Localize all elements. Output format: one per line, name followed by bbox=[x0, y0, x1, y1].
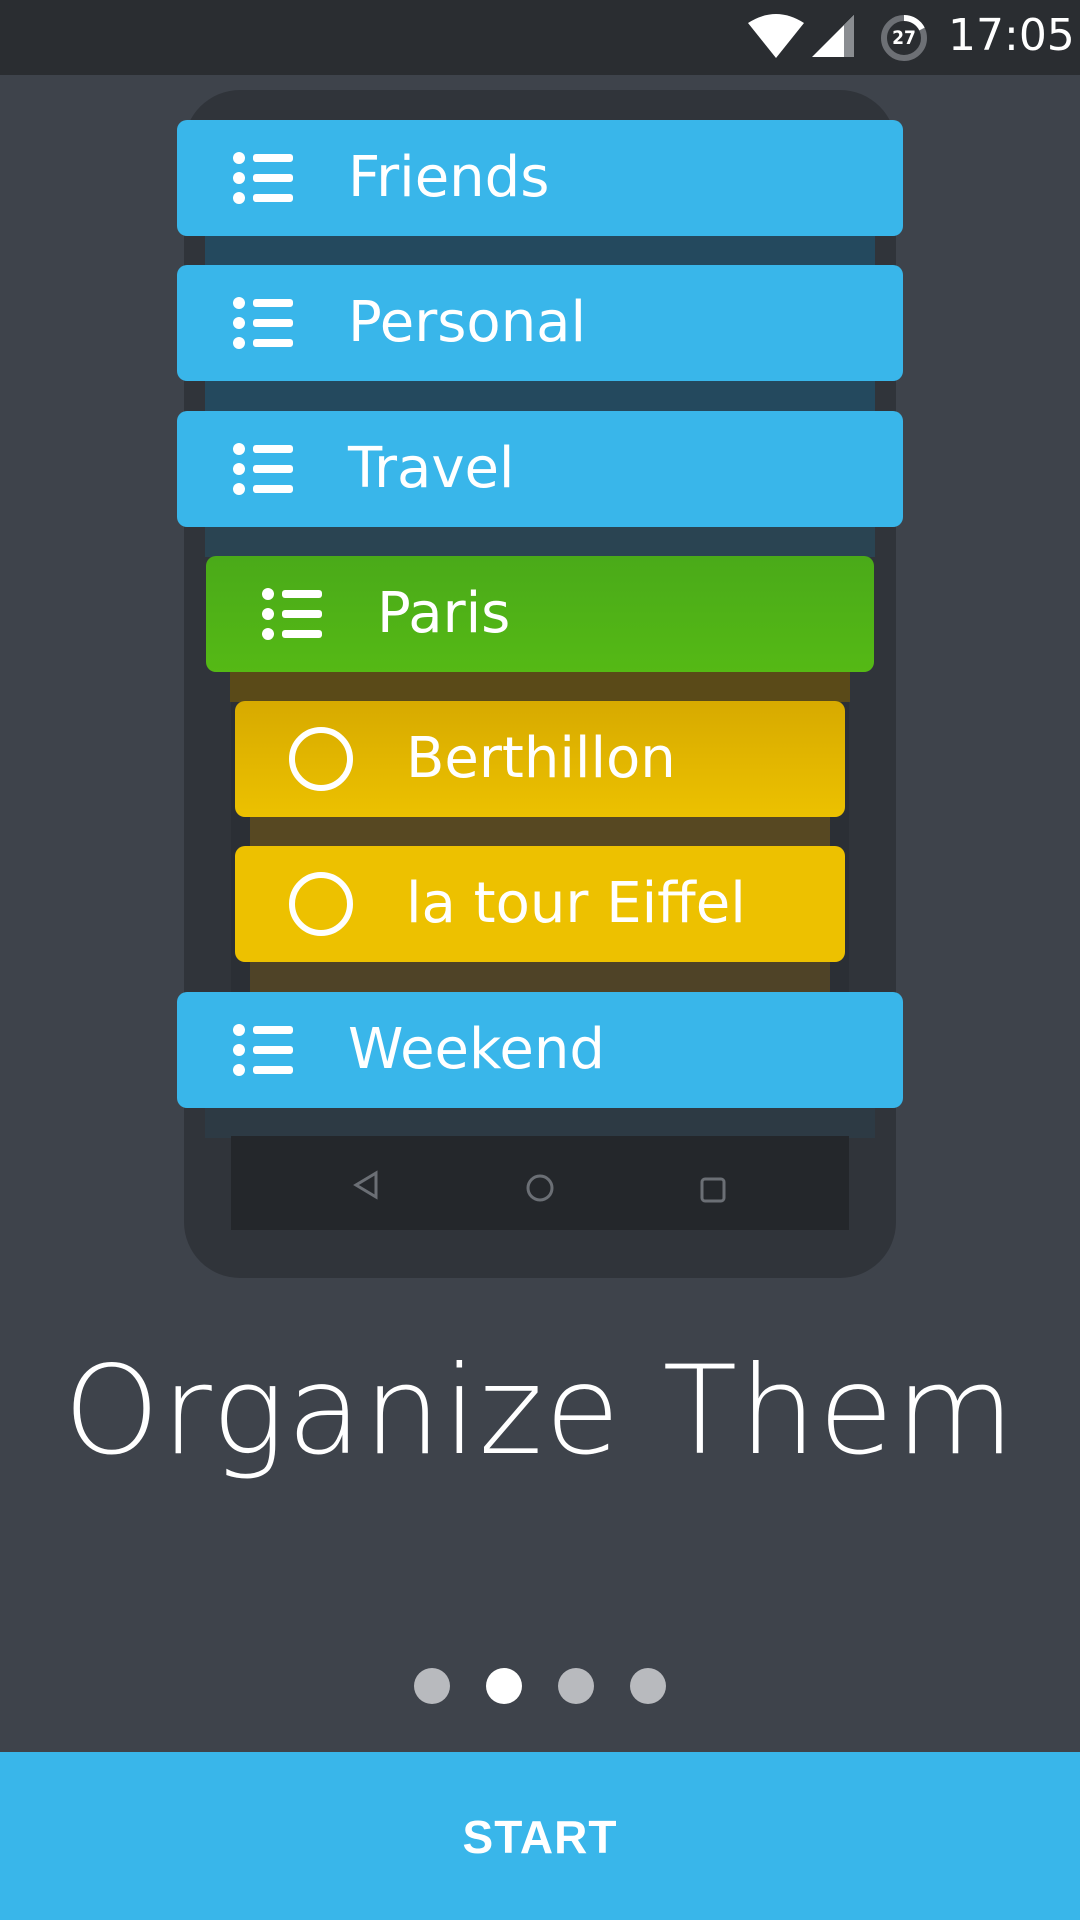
battery-level: 27 bbox=[892, 27, 916, 49]
onboarding-screen: 27 17:05 Friends Personal Travel Paris B… bbox=[0, 0, 1080, 1920]
page-dot[interactable] bbox=[414, 1668, 450, 1704]
status-bar: 27 17:05 bbox=[0, 0, 1080, 75]
list-label: Paris bbox=[377, 581, 511, 646]
list-card-friends: Friends bbox=[177, 120, 903, 236]
list-icon bbox=[233, 152, 293, 204]
back-icon bbox=[353, 1170, 378, 1200]
checkbox-circle-icon bbox=[289, 727, 353, 791]
task-label: la tour Eiffel bbox=[406, 871, 746, 936]
page-dot[interactable] bbox=[558, 1668, 594, 1704]
card-shadow bbox=[205, 381, 875, 411]
list-icon bbox=[262, 588, 322, 640]
card-shadow bbox=[250, 962, 830, 992]
home-icon bbox=[526, 1174, 554, 1202]
list-card-weekend: Weekend bbox=[177, 992, 903, 1108]
card-shadow bbox=[250, 817, 830, 847]
battery-icon: 27 bbox=[880, 14, 928, 62]
list-card-travel: Travel bbox=[177, 411, 903, 527]
page-dot-active[interactable] bbox=[486, 1668, 522, 1704]
list-label: Travel bbox=[348, 436, 515, 501]
list-label: Personal bbox=[348, 290, 587, 355]
list-icon bbox=[233, 297, 293, 349]
task-label: Berthillon bbox=[406, 726, 676, 791]
onboarding-headline: Organize Them bbox=[63, 1340, 1017, 1482]
task-card-berthillon: Berthillon bbox=[235, 701, 845, 817]
list-card-personal: Personal bbox=[177, 265, 903, 381]
checkbox-circle-icon bbox=[289, 872, 353, 936]
status-time: 17:05 bbox=[948, 10, 1075, 61]
list-label: Friends bbox=[348, 145, 550, 210]
start-button[interactable]: START bbox=[0, 1752, 1080, 1920]
page-dot[interactable] bbox=[630, 1668, 666, 1704]
list-icon bbox=[233, 443, 293, 495]
list-card-paris: Paris bbox=[206, 556, 874, 672]
page-indicator bbox=[0, 1668, 1080, 1704]
recents-icon bbox=[700, 1177, 726, 1203]
task-card-eiffel: la tour Eiffel bbox=[235, 846, 845, 962]
card-shadow bbox=[205, 1108, 875, 1138]
card-shadow bbox=[230, 672, 850, 702]
signal-icon bbox=[812, 15, 854, 57]
card-shadow bbox=[205, 527, 875, 557]
card-shadow bbox=[205, 236, 875, 266]
list-label: Weekend bbox=[348, 1017, 605, 1082]
wifi-icon bbox=[748, 14, 804, 58]
list-icon bbox=[233, 1024, 293, 1076]
